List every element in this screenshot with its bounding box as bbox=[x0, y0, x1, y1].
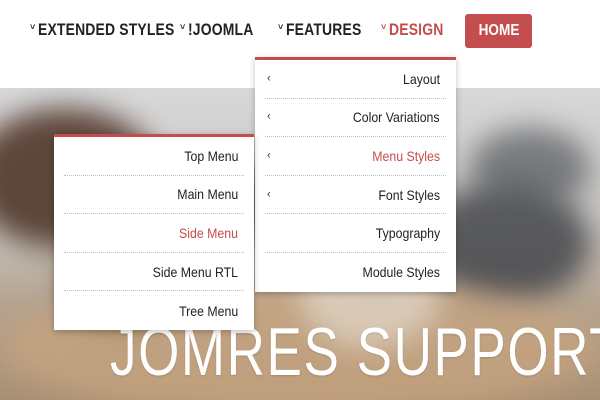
chevron-left-icon: ‹ bbox=[267, 187, 271, 200]
menu-item-label: Color Variations bbox=[353, 109, 440, 126]
chevron-down-icon: ˅ bbox=[180, 22, 186, 32]
nav-item-features[interactable]: ˅ FEATURES bbox=[278, 18, 378, 42]
menu-item-side-menu-rtl[interactable]: Side Menu RTL bbox=[64, 253, 244, 292]
menu-item-label: Tree Menu bbox=[178, 302, 238, 319]
menu-item-label: Layout bbox=[402, 70, 440, 87]
menu-item-module-styles[interactable]: Module Styles bbox=[265, 253, 446, 292]
nav-item-label: FEATURES bbox=[286, 20, 362, 39]
menu-item-main-menu[interactable]: Main Menu bbox=[64, 176, 244, 215]
chevron-down-icon: ˅ bbox=[278, 22, 284, 32]
menu-item-tree-menu[interactable]: Tree Menu bbox=[64, 291, 244, 330]
menu-item-label: Top Menu bbox=[183, 147, 238, 164]
menu-item-label: Menu Styles bbox=[372, 147, 440, 164]
menu-item-layout[interactable]: ‹ Layout bbox=[265, 60, 446, 99]
menu-item-label: Font Styles bbox=[378, 186, 440, 203]
menu-item-label: Module Styles bbox=[362, 264, 440, 281]
chevron-left-icon: ‹ bbox=[267, 110, 271, 123]
nav-item-extended-styles[interactable]: ˅ EXTENDED STYLES bbox=[30, 18, 205, 42]
chevron-down-icon: ˅ bbox=[30, 22, 36, 32]
menu-item-top-menu[interactable]: Top Menu bbox=[64, 137, 244, 176]
menu-item-label: Typography bbox=[375, 225, 440, 242]
nav-item-label: !JOOMLA bbox=[188, 20, 254, 39]
nav-item-design[interactable]: ˅ DESIGN bbox=[381, 18, 456, 42]
nav-item-joomla[interactable]: ˅ !JOOMLA bbox=[180, 18, 268, 42]
design-dropdown: ‹ Layout ‹ Color Variations ‹ Menu Style… bbox=[255, 57, 456, 292]
menu-item-font-styles[interactable]: ‹ Font Styles bbox=[265, 176, 446, 215]
hero-photo-blur bbox=[470, 128, 590, 208]
chevron-left-icon: ‹ bbox=[267, 72, 271, 85]
menu-item-typography[interactable]: Typography bbox=[265, 214, 446, 253]
menu-item-label: Side Menu bbox=[179, 224, 238, 241]
nav-item-label: EXTENDED STYLES bbox=[38, 20, 175, 39]
top-navigation: ˅ EXTENDED STYLES ˅ !JOOMLA ˅ FEATURES ˅… bbox=[0, 0, 600, 60]
home-button-label: HOME bbox=[478, 22, 519, 39]
nav-item-label: DESIGN bbox=[389, 20, 444, 39]
menu-item-menu-styles[interactable]: ‹ Menu Styles bbox=[265, 137, 446, 176]
home-button[interactable]: HOME bbox=[465, 14, 532, 48]
chevron-down-icon: ˅ bbox=[381, 22, 387, 32]
chevron-left-icon: ‹ bbox=[267, 149, 271, 162]
menu-item-side-menu[interactable]: Side Menu bbox=[64, 214, 244, 253]
menu-item-color-variations[interactable]: ‹ Color Variations bbox=[265, 99, 446, 138]
menu-styles-submenu: Top Menu Main Menu Side Menu Side Menu R… bbox=[54, 134, 254, 330]
menu-item-label: Side Menu RTL bbox=[152, 263, 238, 280]
menu-item-label: Main Menu bbox=[177, 186, 238, 203]
